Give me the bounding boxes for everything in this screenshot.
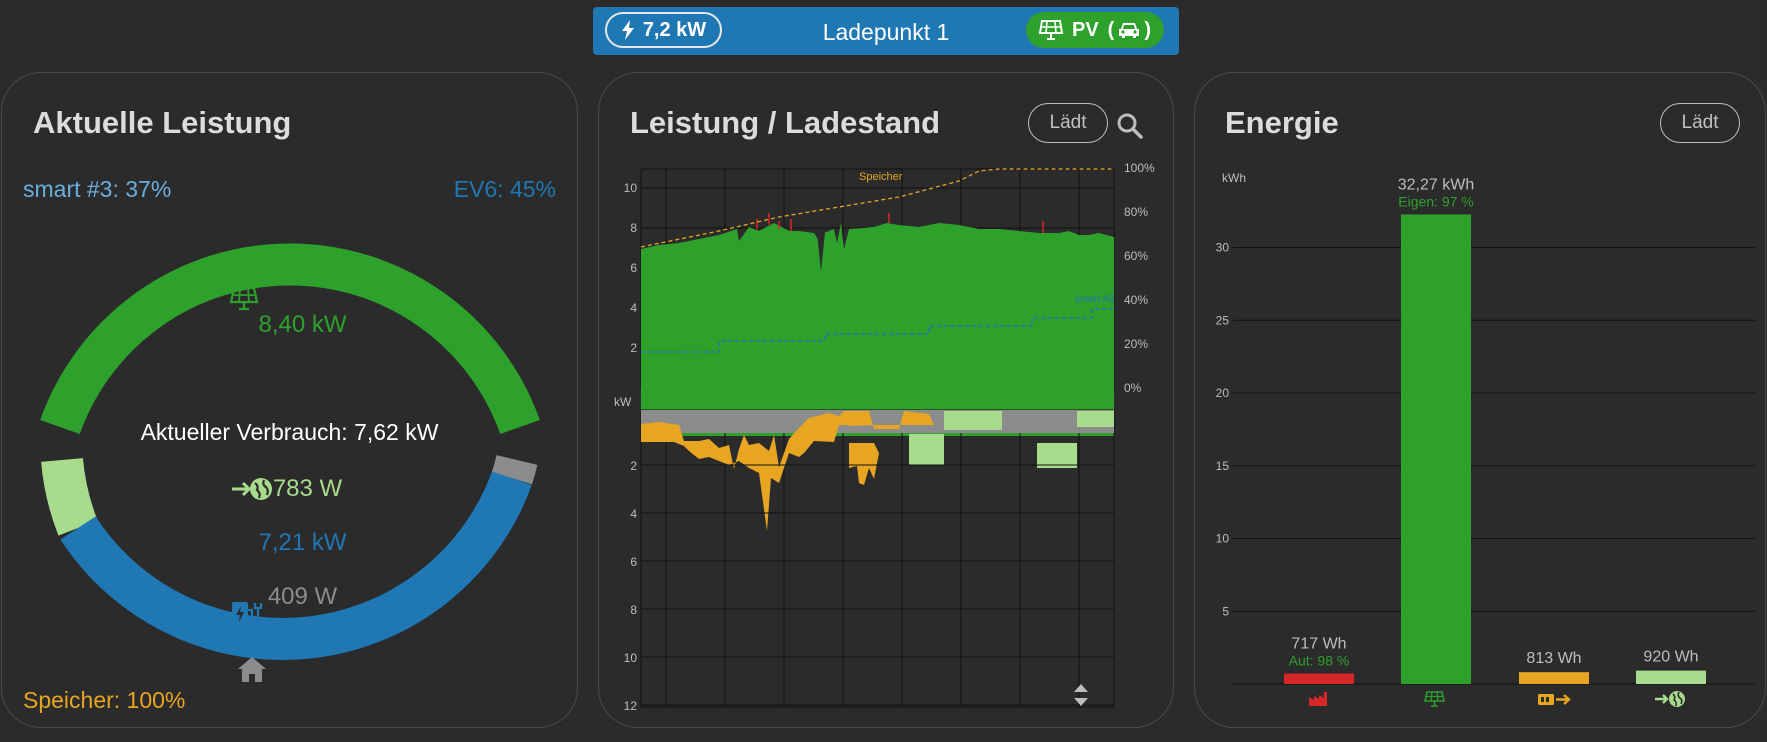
y-tick-label: 2: [630, 341, 637, 355]
soc-tick-label: 80%: [1124, 205, 1148, 219]
charge-mode-button[interactable]: PV ( ): [1026, 12, 1164, 48]
soc-tick-label: 60%: [1124, 249, 1148, 263]
sort-icon[interactable]: [1073, 684, 1089, 706]
y-tick-label: 6: [630, 261, 637, 275]
energy-y-tick-label: 30: [1216, 241, 1230, 255]
energy-bar-subvalue: Eigen: 97 %: [1398, 193, 1474, 209]
energy-bar-value: 813 Wh: [1526, 650, 1581, 667]
energy-bar-value: 717 Wh: [1291, 636, 1346, 653]
charge-power-value: 7,21 kW: [258, 529, 347, 556]
power-soc-chart: 11:3011:4512:0012:1512:3012:4513:0013:15…: [614, 161, 1155, 713]
grid-export-icon: [1655, 691, 1685, 707]
y-tick-label: 10: [624, 181, 638, 195]
kw-axis-label: kW: [614, 395, 632, 409]
energy-bar: [1401, 214, 1471, 684]
soc-tick-label: 40%: [1124, 293, 1148, 307]
donut-pv-segment: [40, 243, 540, 435]
current-consumption: Aktueller Verbrauch: 7,62 kW: [140, 419, 439, 445]
soc-tick-label: 100%: [1124, 161, 1155, 175]
lower-chart-ticks: 2 4 6 8 10 12: [624, 459, 1114, 713]
pv-power-value: 8,40 kW: [258, 311, 347, 338]
soc-tick-label: 20%: [1124, 337, 1148, 351]
house-power-area: [641, 410, 1114, 433]
battery-discharge-icon: [1538, 694, 1571, 705]
ev-line-label: smart #3: [1075, 294, 1114, 305]
energy-bar: [1284, 673, 1354, 684]
battery-line-label: Speicher: [859, 171, 903, 183]
energy-bar-subvalue: Aut: 98 %: [1289, 653, 1350, 669]
solar-panel-icon: [1424, 691, 1445, 707]
lower-y-tick-label: 4: [630, 507, 637, 521]
energy-y-tick-label: 5: [1222, 604, 1229, 618]
lower-y-tick-label: 2: [630, 459, 637, 473]
energy-y-tick-label: 10: [1216, 532, 1230, 546]
car-icon: [1119, 23, 1140, 38]
y-tick-label: 4: [630, 301, 637, 315]
energy-y-tick-label: 20: [1216, 386, 1230, 400]
energy-bar-value: 32,27 kWh: [1398, 176, 1474, 193]
power-donut-chart: [40, 243, 540, 682]
lower-y-tick-label: 6: [630, 555, 637, 569]
energy-bar-value: 920 Wh: [1643, 649, 1698, 666]
energy-bar-chart: kWh 5 10 15 20 25 30 717 WhAut: 98 % 32,27 kWh…: [1216, 171, 1755, 707]
y-tick-label: 8: [630, 221, 637, 235]
power-soc-card: Leistung / Ladestand Lädt 11:3011:4512:0…: [598, 72, 1174, 728]
current-power-card: Aktuelle Leistung smart #3: 37% EV6: 45%: [1, 72, 578, 728]
export-power-value: 783 W: [272, 475, 343, 502]
house-power-value: 409 W: [267, 583, 338, 610]
energy-y-tick-label: 15: [1216, 459, 1230, 473]
solar-panel-icon: [1038, 20, 1064, 40]
energy-card: Energie Lädt kWh 5 10 15 20 25 30 717 Wh Aut: …: [1194, 72, 1766, 728]
paren-close: ): [1144, 18, 1152, 41]
lower-y-tick-label: 8: [630, 603, 637, 617]
paren-open: (: [1107, 18, 1115, 41]
house-icon: [238, 657, 266, 682]
charge-mode-label: PV: [1071, 18, 1099, 41]
charge-point-bar[interactable]: 7,2 kW Ladepunkt 1 PV ( ): [593, 7, 1179, 55]
pv-power-area: [641, 223, 1114, 436]
energy-bar: [1636, 670, 1706, 684]
lower-y-tick-label: 12: [624, 699, 638, 713]
soc-tick-label: 0%: [1124, 381, 1142, 395]
energy-bars: 717 WhAut: 98 % 32,27 kWhEigen: 97 % 813 W…: [1284, 176, 1706, 684]
energy-y-tick-label: 25: [1216, 313, 1230, 327]
battery-soc: Speicher: 100%: [23, 687, 186, 713]
lower-y-tick-label: 10: [624, 651, 638, 665]
energy-grid: 5 10 15 20 25 30: [1216, 241, 1755, 685]
kwh-axis-label: kWh: [1222, 171, 1246, 185]
energy-bar: [1519, 672, 1589, 684]
factory-icon: [1309, 692, 1327, 706]
